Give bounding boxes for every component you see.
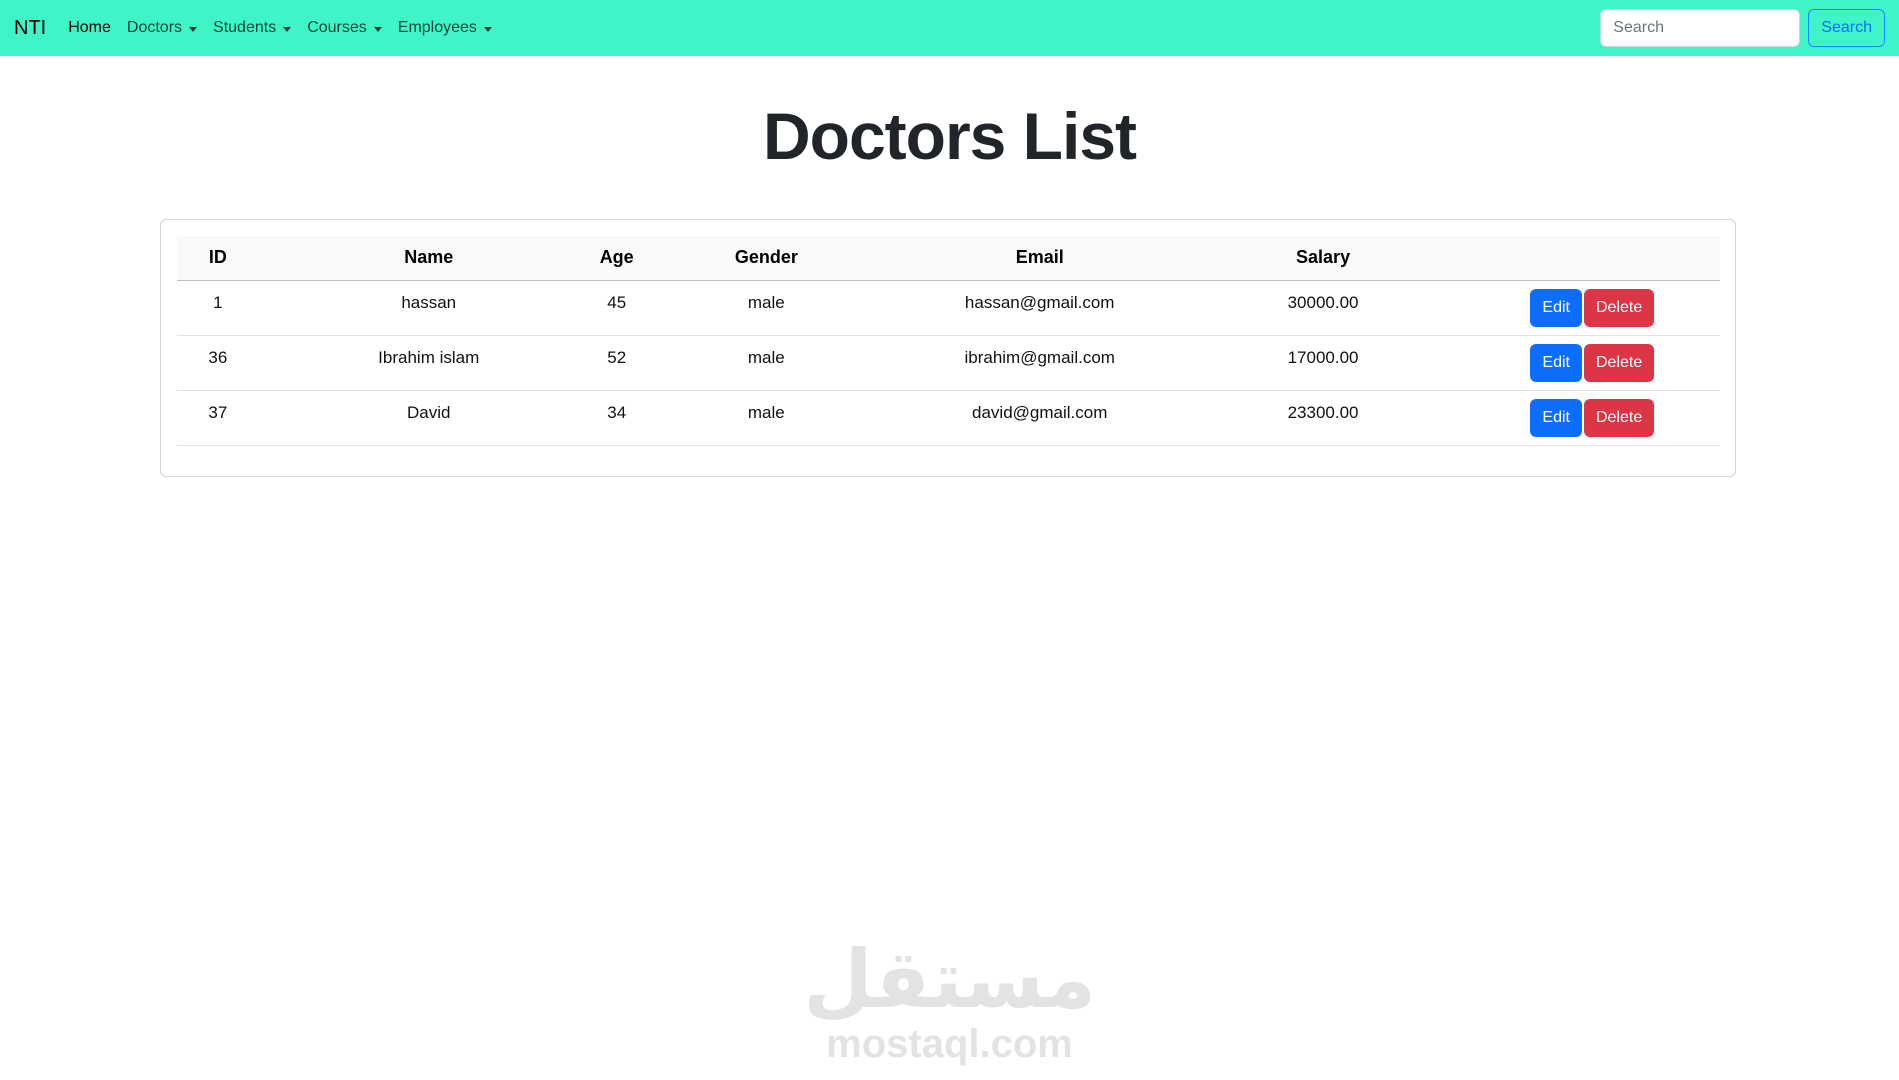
cell-name: hassan <box>258 280 599 336</box>
cell-email: david@gmail.com <box>897 390 1182 446</box>
column-header-age: Age <box>598 236 635 281</box>
cell-id: 37 <box>177 390 259 446</box>
table-row: 1 hassan 45 male hassan@gmail.com 30000.… <box>177 280 1720 336</box>
delete-button[interactable]: Delete <box>1583 398 1655 437</box>
cell-age: 34 <box>598 390 635 446</box>
cell-actions: Edit Delete <box>1464 280 1720 336</box>
cell-actions: Edit Delete <box>1464 390 1720 446</box>
cell-id: 1 <box>177 280 259 336</box>
cell-name: Ibrahim islam <box>258 335 599 391</box>
cell-salary: 30000.00 <box>1181 280 1465 336</box>
caret-down-icon <box>283 26 292 32</box>
table-header-row: ID Name Age Gender Email Salary <box>177 236 1720 281</box>
delete-button[interactable]: Delete <box>1583 343 1655 382</box>
watermark-latin: mostaql.com <box>826 1022 1073 1066</box>
column-header-email: Email <box>897 236 1182 281</box>
cell-email: hassan@gmail.com <box>897 280 1182 336</box>
cell-name: David <box>258 390 599 446</box>
cell-age: 52 <box>598 335 635 391</box>
nav-item-courses[interactable]: Courses <box>307 19 382 37</box>
cell-email: ibrahim@gmail.com <box>897 335 1182 391</box>
watermark-arabic: مستقل <box>803 933 1096 1026</box>
brand-logo[interactable]: NTI <box>14 17 46 40</box>
caret-down-icon <box>373 26 382 32</box>
nav-item-employees[interactable]: Employees <box>398 19 492 37</box>
caret-down-icon <box>189 26 198 32</box>
table-row: 36 Ibrahim islam 52 male ibrahim@gmail.c… <box>177 335 1720 391</box>
column-header-salary: Salary <box>1181 236 1465 281</box>
navbar: NTI Home Doctors Students Courses Employ… <box>0 0 1899 56</box>
page-title: Doctors List <box>762 99 1137 173</box>
nav-item-label: Doctors <box>126 19 183 36</box>
nav-menu: Home Doctors Students Courses Employees <box>68 19 508 37</box>
cell-id: 36 <box>177 335 259 391</box>
cell-gender: male <box>634 390 898 446</box>
column-header-id: ID <box>177 236 259 281</box>
nav-item-doctors[interactable]: Doctors <box>126 19 198 37</box>
cell-gender: male <box>634 280 898 336</box>
edit-button[interactable]: Edit <box>1530 288 1582 327</box>
cell-salary: 17000.00 <box>1181 335 1465 391</box>
search-input[interactable] <box>1600 9 1801 47</box>
cell-actions: Edit Delete <box>1464 335 1720 391</box>
cell-salary: 23300.00 <box>1181 390 1465 446</box>
cell-age: 45 <box>598 280 635 336</box>
nav-item-home[interactable]: Home <box>68 19 111 37</box>
doctors-table: ID Name Age Gender Email Salary 1 hassan… <box>177 236 1720 446</box>
nav-item-label: Students <box>213 19 277 36</box>
column-header-gender: Gender <box>634 236 898 281</box>
table-row: 37 David 34 male david@gmail.com 23300.0… <box>177 390 1720 446</box>
column-header-actions <box>1464 236 1720 281</box>
watermark: مستقل mostaql.com <box>0 933 1899 1066</box>
delete-button[interactable]: Delete <box>1583 288 1655 327</box>
edit-button[interactable]: Edit <box>1530 398 1582 437</box>
caret-down-icon <box>483 26 492 32</box>
nav-item-label: Home <box>68 19 111 36</box>
edit-button[interactable]: Edit <box>1530 343 1582 382</box>
nav-item-label: Courses <box>307 19 367 36</box>
nav-item-label: Employees <box>397 19 477 36</box>
column-header-name: Name <box>258 236 599 281</box>
search-button[interactable]: Search <box>1808 9 1885 47</box>
cell-gender: male <box>634 335 898 391</box>
search-form: Search <box>1600 9 1885 47</box>
nav-item-students[interactable]: Students <box>213 19 292 37</box>
doctors-table-card: ID Name Age Gender Email Salary 1 hassan… <box>160 219 1736 477</box>
